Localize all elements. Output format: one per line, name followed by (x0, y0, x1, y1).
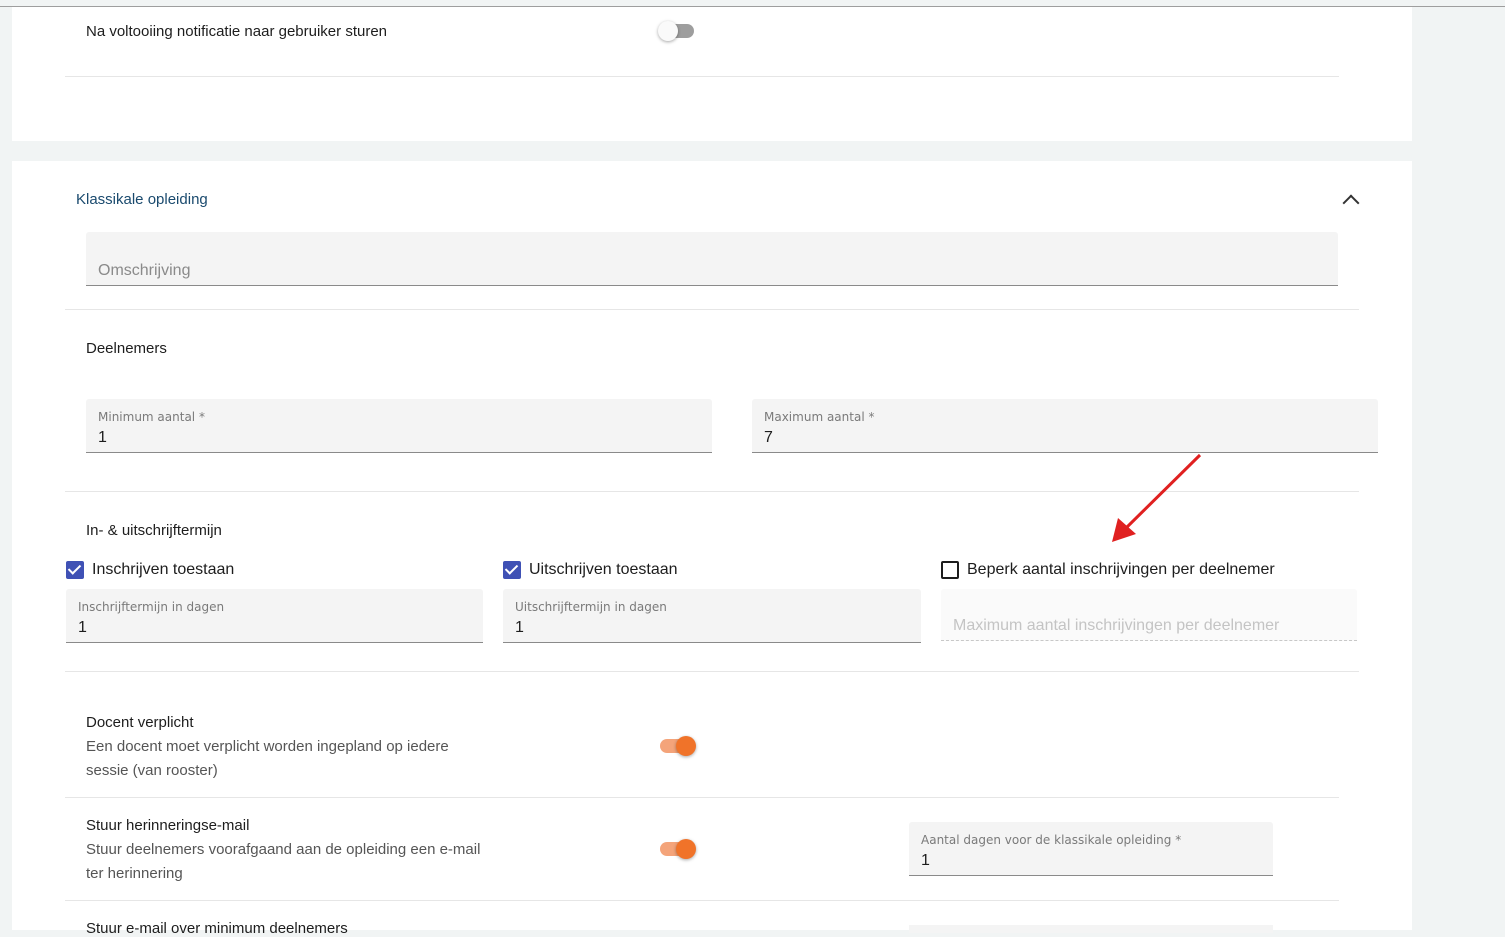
reminder-toggle[interactable] (658, 837, 698, 861)
enroll-term-label: Inschrijftermijn in dagen (78, 600, 225, 614)
toggle-knob (658, 21, 678, 41)
teacher-description-1: Een docent moet verplicht worden ingepla… (86, 738, 449, 755)
section-title: Klassikale opleiding (76, 191, 208, 208)
reminder-description-2: ter herinnering (86, 865, 183, 882)
enroll-term-field[interactable]: Inschrijftermijn in dagen 1 (66, 589, 483, 643)
enroll-term-value: 1 (78, 619, 87, 636)
description-field[interactable]: Omschrijving (86, 232, 1338, 286)
unenroll-allowed-label: Uitschrijven toestaan (529, 561, 678, 578)
toggle-knob (676, 736, 696, 756)
notify-toggle[interactable] (658, 19, 698, 43)
divider (65, 309, 1359, 310)
limit-enrollments-label: Beperk aantal inschrijvingen per deelnem… (967, 561, 1275, 578)
max-participants-label: Maximum aantal * (764, 410, 875, 424)
participants-heading: Deelnemers (86, 340, 167, 357)
unenroll-term-field[interactable]: Uitschrijftermijn in dagen 1 (503, 589, 921, 643)
annotation-arrow-icon (1112, 453, 1202, 542)
min-participants-label: Minimum aantal * (98, 410, 205, 424)
enroll-allowed-label: Inschrijven toestaan (92, 561, 235, 578)
settings-card-general: Na voltooiing notificatie naar gebruiker… (12, 7, 1412, 141)
notify-label: Na voltooiing notificatie naar gebruiker… (86, 23, 388, 40)
teacher-required-toggle[interactable] (658, 734, 698, 758)
unenroll-allowed-checkbox[interactable] (503, 561, 521, 579)
enroll-allowed-checkbox[interactable] (66, 561, 84, 579)
reminder-days-field[interactable]: Aantal dagen voor de klassikale opleidin… (909, 822, 1273, 876)
min-mail-title: Stuur e-mail over minimum deelnemers (86, 920, 348, 937)
max-participants-field[interactable]: Maximum aantal * 7 (752, 399, 1378, 453)
terms-heading: In- & uitschrijftermijn (86, 522, 222, 539)
toggle-knob (676, 839, 696, 859)
reminder-days-value: 1 (921, 852, 930, 869)
unenroll-term-value: 1 (515, 619, 524, 636)
description-placeholder: Omschrijving (98, 262, 191, 279)
limit-enrollments-checkbox[interactable] (941, 561, 959, 579)
reminder-title: Stuur herinneringse-mail (86, 817, 250, 834)
reminder-days-label: Aantal dagen voor de klassikale opleidin… (921, 833, 1182, 847)
chevron-up-icon[interactable] (1342, 194, 1360, 212)
min-participants-field[interactable]: Minimum aantal * 1 (86, 399, 712, 453)
divider (65, 671, 1359, 672)
min-mail-field[interactable] (909, 925, 1273, 933)
teacher-title: Docent verplicht (86, 714, 194, 731)
divider (65, 900, 1339, 901)
max-participants-value: 7 (764, 429, 773, 446)
unenroll-term-label: Uitschrijftermijn in dagen (515, 600, 667, 614)
min-participants-value: 1 (98, 429, 107, 446)
reminder-description-1: Stuur deelnemers voorafgaand aan de ople… (86, 841, 481, 858)
divider (65, 797, 1339, 798)
max-enrollments-placeholder: Maximum aantal inschrijvingen per deelne… (953, 617, 1280, 634)
max-enrollments-field: Maximum aantal inschrijvingen per deelne… (941, 589, 1357, 641)
divider (65, 76, 1339, 77)
teacher-description-2: sessie (van rooster) (86, 762, 218, 779)
